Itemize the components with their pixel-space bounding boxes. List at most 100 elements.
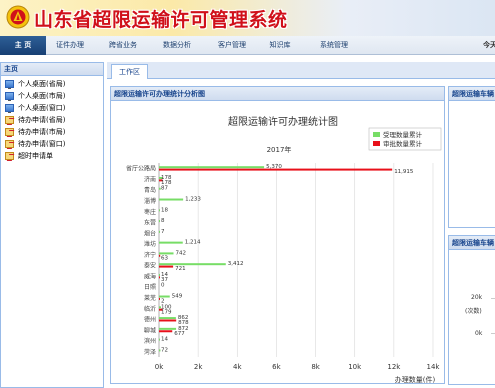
data-label: 11,915 — [394, 169, 414, 175]
y-tick-label: 莱芜 — [144, 294, 156, 302]
data-label: 677 — [174, 331, 185, 337]
sidebar-item-pending-city[interactable]: 待办申请(市局) — [1, 126, 103, 138]
data-label: 1,214 — [185, 240, 201, 246]
bar-received — [159, 198, 184, 201]
y-tick-label: 滨州 — [144, 337, 156, 345]
nav-cross-province[interactable]: 跨省业务 — [102, 36, 144, 55]
bar-received — [159, 209, 160, 212]
legend-swatch — [373, 141, 380, 146]
bar-received — [159, 295, 170, 298]
sidebar: 主页 个人桌面(省局) 个人桌面(市局) 个人桌面(窗口) 待办申请(省局) 待… — [0, 62, 104, 388]
data-label: 742 — [176, 250, 187, 256]
legend-swatch — [373, 132, 380, 137]
monitor-icon — [5, 92, 14, 101]
document-icon — [5, 116, 14, 124]
monitor-icon — [5, 104, 14, 113]
vehicle-panel-top-title: 超限运输车辆 — [449, 87, 495, 101]
vehicle-panel-bottom-title: 超限运输车辆 — [449, 236, 495, 250]
nav-home[interactable]: 主 页 — [0, 36, 46, 55]
chart-title: 超限运输许可办理统计图 — [228, 115, 338, 128]
data-label: 14 — [161, 337, 168, 343]
sidebar-item-desktop-window[interactable]: 个人桌面(窗口) — [1, 102, 103, 114]
data-label: 3,412 — [228, 261, 244, 267]
vehicle-panel-bottom: 超限运输车辆 20k (次数) 0k — [448, 235, 495, 385]
y-tick-label: 青岛 — [144, 186, 156, 194]
y-tick-label: 东营 — [144, 219, 156, 227]
nav-customers[interactable]: 客户管理 — [210, 36, 254, 55]
monitor-icon — [5, 80, 14, 89]
data-label: 0 — [161, 283, 165, 289]
bar-rejected — [159, 330, 173, 333]
y-tick-label: 淄博 — [144, 197, 156, 205]
nav-certificates[interactable]: 证件办理 — [49, 36, 91, 55]
bar-received — [159, 252, 174, 255]
vehicle-panel-top: 超限运输车辆 — [448, 86, 495, 228]
document-icon — [5, 140, 14, 148]
permit-statistics-chart: 超限运输许可办理统计图 2017年 0k 2k 4k 6k 8k 10k 12k 14k 办理数量(… — [126, 115, 442, 384]
nav-date: 今天 — [483, 41, 495, 49]
y-tick-label: 菏泽 — [144, 348, 156, 356]
nav-knowledge-base[interactable]: 知识库 — [262, 36, 298, 55]
y-tick-label: 20k — [471, 294, 483, 301]
y-tick-label: 日照 — [144, 284, 156, 291]
y-tick-label: 0k — [475, 330, 483, 337]
highway-logo-icon — [6, 5, 30, 29]
sidebar-item-label: 个人桌面(市局) — [18, 92, 66, 100]
sidebar-item-overdue[interactable]: 超时申请单 — [1, 150, 103, 162]
bar-received — [159, 241, 183, 244]
y-tick-label: 德州 — [144, 316, 156, 324]
data-label: 7 — [161, 229, 165, 235]
chart-subtitle: 2017年 — [267, 145, 292, 154]
bar-rejected — [159, 319, 177, 322]
app-title: 山东省超限运输许可管理系统 — [34, 9, 288, 31]
data-label: 5,370 — [266, 164, 282, 170]
sidebar-item-label: 超时申请单 — [18, 152, 53, 160]
app-banner: 山东省超限运输许可管理系统 — [0, 0, 495, 36]
bar-received — [159, 327, 177, 330]
y-tick-label: 潍坊 — [144, 240, 156, 248]
y-tick-label: 济南 — [144, 175, 156, 183]
nav-data-analysis[interactable]: 数据分析 — [155, 36, 199, 55]
sidebar-item-label: 待办申请(市局) — [18, 128, 66, 136]
nav-system-settings[interactable]: 系统管理 — [312, 36, 356, 55]
tab-workspace[interactable]: 工作区 — [111, 64, 148, 79]
y-tick-label: 聊城 — [144, 326, 156, 334]
sidebar-title: 主页 — [1, 63, 103, 76]
bar-received — [159, 317, 176, 320]
document-icon — [5, 128, 14, 136]
sidebar-item-label: 待办申请(窗口) — [18, 140, 66, 148]
gridline — [491, 333, 495, 334]
bar-received — [159, 263, 226, 266]
x-tick-label: 0k — [155, 363, 164, 371]
sidebar-item-pending-province[interactable]: 待办申请(省局) — [1, 114, 103, 126]
statistics-panel: 超限运输许可办理统计分析图 超限运输许可办理统计图 2017年 0k 2k 4k 6k 8k… — [110, 86, 445, 384]
bar-received — [159, 273, 160, 276]
x-tick-label: 14k — [427, 363, 441, 371]
y-tick-label: 临沂 — [144, 305, 156, 313]
bar-rejected — [159, 265, 174, 268]
data-label: 72 — [161, 347, 168, 353]
sidebar-item-label: 个人桌面(省局) — [18, 80, 66, 88]
data-label: 549 — [172, 294, 183, 300]
main-nav: 主 页 证件办理 跨省业务 数据分析 客户管理 知识库 系统管理 今天 — [0, 36, 495, 55]
data-label: 18 — [161, 207, 168, 213]
data-label: 63 — [161, 255, 168, 261]
y-tick-label: 泰安 — [144, 262, 156, 270]
data-label: 1,233 — [185, 197, 201, 203]
y-tick-label: 烟台 — [144, 229, 156, 237]
y-tick-label: 威海 — [144, 272, 156, 280]
y-tick-label: 济宁 — [144, 251, 156, 259]
sidebar-item-label: 待办申请(省局) — [18, 116, 66, 124]
bar-received — [159, 220, 160, 223]
y-tick-label: 省厅公路局 — [126, 165, 156, 173]
bar-rejected — [159, 276, 160, 279]
sidebar-item-label: 个人桌面(窗口) — [18, 104, 66, 112]
gridline — [491, 298, 495, 299]
sidebar-item-pending-window[interactable]: 待办申请(窗口) — [1, 138, 103, 150]
document-icon — [5, 152, 14, 160]
sidebar-item-desktop-province[interactable]: 个人桌面(省局) — [1, 78, 103, 90]
bar-received — [159, 166, 265, 169]
data-label: 721 — [175, 266, 186, 272]
sidebar-item-desktop-city[interactable]: 个人桌面(市局) — [1, 90, 103, 102]
y-tick-label: 枣庄 — [144, 208, 156, 216]
